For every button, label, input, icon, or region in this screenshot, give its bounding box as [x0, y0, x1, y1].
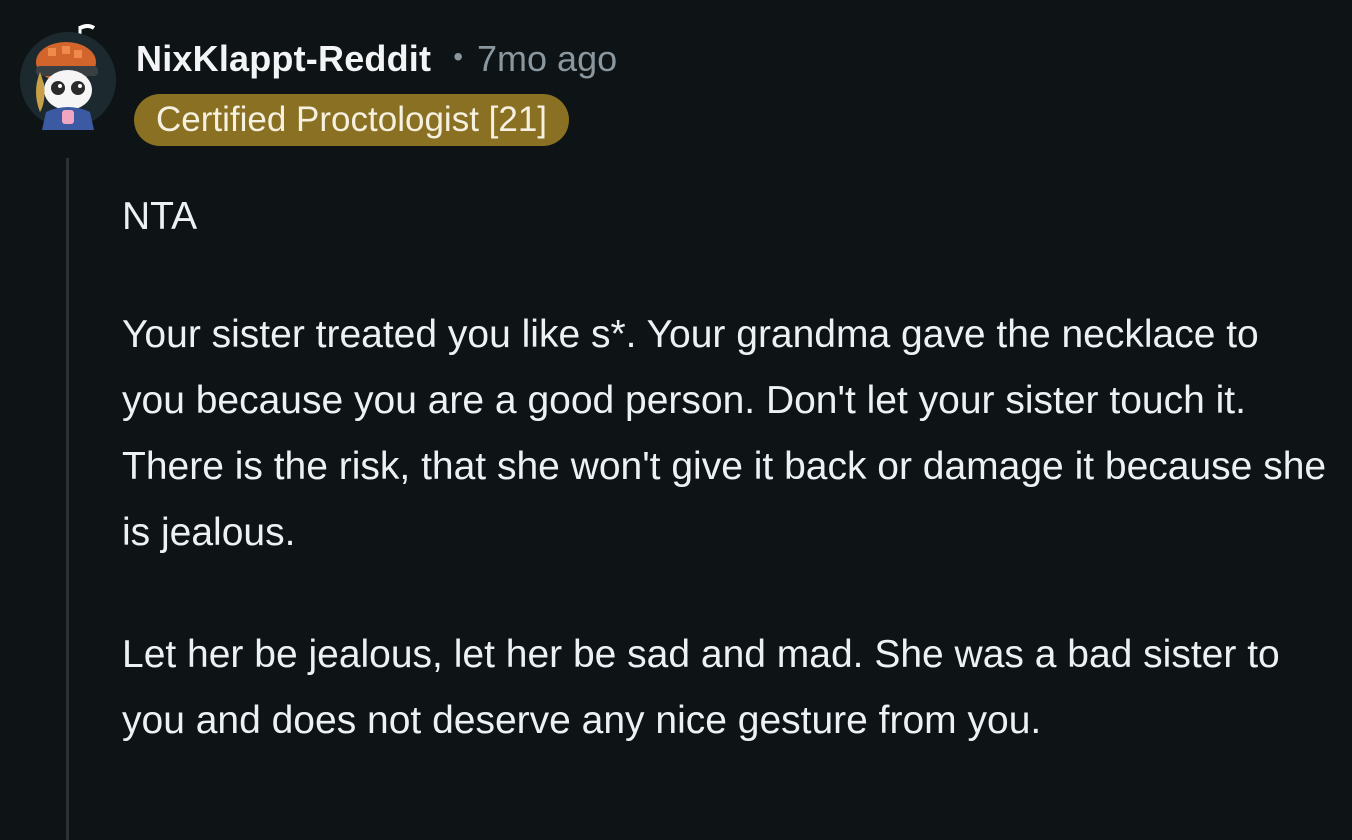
comment-paragraph: Your sister treated you like s*. Your gr… — [122, 313, 1327, 554]
user-flair: Certified Proctologist [21] — [134, 94, 570, 146]
snoo-avatar-icon — [20, 24, 116, 130]
comment-timestamp[interactable]: 7mo ago — [477, 38, 617, 80]
thread-line[interactable] — [66, 158, 69, 840]
meta-separator: • — [453, 41, 464, 72]
comment-header: NixKlappt-Reddit • 7mo ago — [136, 38, 617, 80]
comment-paragraph: NTA — [122, 195, 198, 238]
user-avatar[interactable] — [18, 22, 118, 130]
comment-body: NTA Your sister treated you like s*. You… — [122, 184, 1332, 754]
author-username[interactable]: NixKlappt-Reddit — [136, 38, 431, 80]
comment-page: NixKlappt-Reddit • 7mo ago Certified Pro… — [0, 0, 1352, 840]
comment-paragraph: Let her be jealous, let her be sad and m… — [122, 633, 1280, 742]
